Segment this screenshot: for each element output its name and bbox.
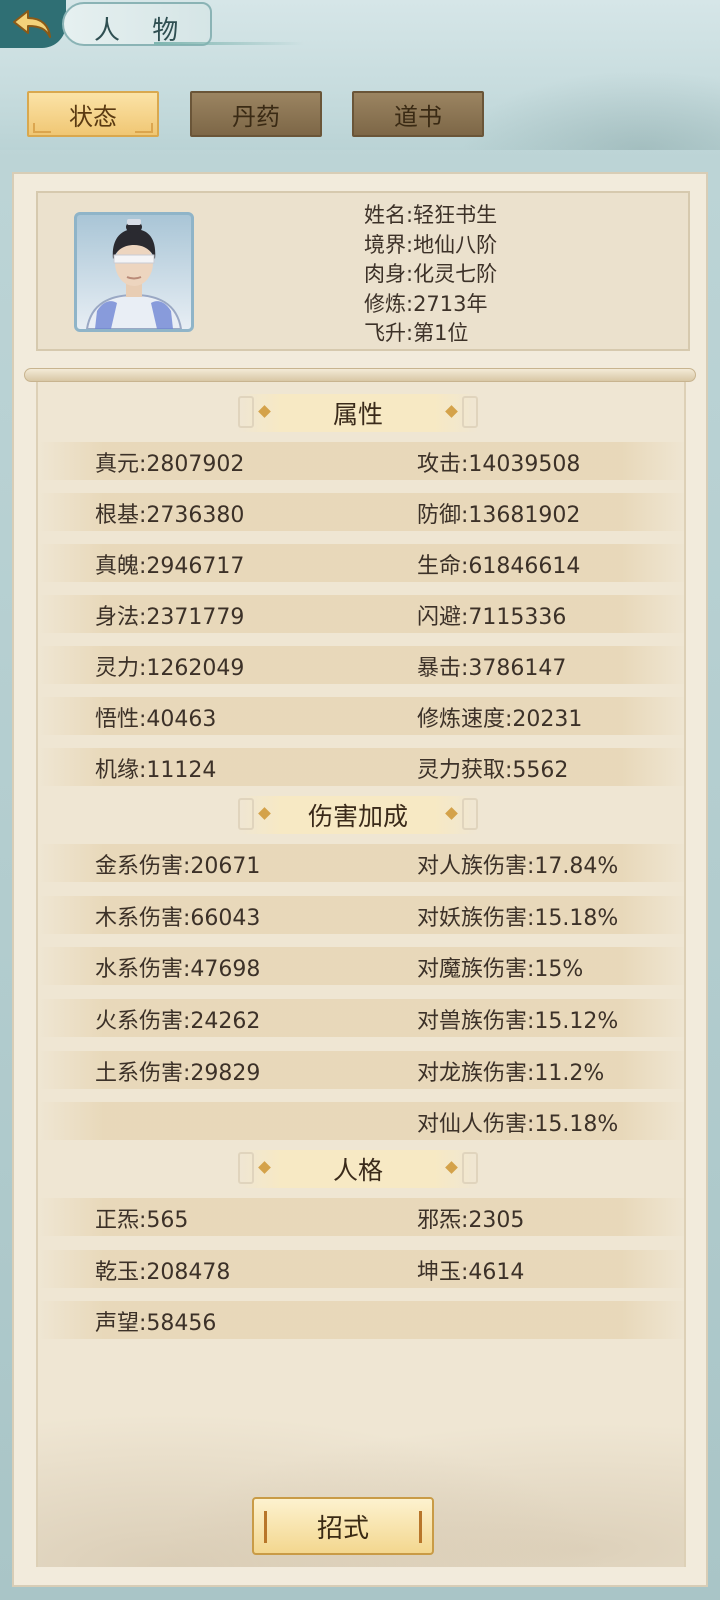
- back-button[interactable]: [0, 0, 66, 48]
- avatar[interactable]: [74, 212, 194, 332]
- stat-right: 对龙族伤害:11.2%: [417, 1061, 605, 1086]
- stat-left: 火系伤害:24262: [95, 1009, 261, 1034]
- stat-row: 乾玉:208478 坤玉:4614: [38, 1250, 684, 1288]
- back-arrow-icon: [13, 10, 51, 38]
- stat-right: 对仙人伤害:15.18%: [417, 1112, 619, 1137]
- section-personality-title: 人格: [332, 1156, 383, 1185]
- scroll-rod: [24, 368, 696, 382]
- bracket-ornament: [238, 1152, 254, 1184]
- stat-left: 乾玉:208478: [95, 1260, 231, 1285]
- stat-left: 金系伤害:20671: [95, 854, 261, 879]
- stat-row: 真元:2807902 攻击:14039508: [38, 442, 684, 480]
- stat-right: 灵力获取:5562: [417, 758, 569, 783]
- bracket-ornament: [462, 396, 478, 428]
- tab-corner-ornament: [135, 123, 153, 133]
- tab-books-label: 道书: [394, 102, 442, 131]
- tab-books[interactable]: 道书: [352, 91, 484, 137]
- diamond-ornament: [445, 405, 458, 418]
- stat-left: 悟性:40463: [95, 707, 217, 732]
- stat-row: 金系伤害:20671 对人族伤害:17.84%: [38, 844, 684, 882]
- stat-right: 对妖族伤害:15.18%: [417, 906, 619, 931]
- diamond-ornament: [445, 807, 458, 820]
- diamond-ornament: [258, 1161, 271, 1174]
- bracket-ornament: [462, 798, 478, 830]
- moves-button[interactable]: 招式: [252, 1497, 434, 1555]
- stats-scroll: 属性 真元:2807902 攻击:14039508 根基:2736380 防御:…: [36, 382, 686, 1567]
- stat-row: 对仙人伤害:15.18%: [38, 1102, 684, 1140]
- stat-row: 真魄:2946717 生命:61846614: [38, 544, 684, 582]
- stat-right: 坤玉:4614: [417, 1260, 525, 1285]
- section-attributes-title: 属性: [332, 400, 383, 429]
- stat-right: 暴击:3786147: [417, 656, 567, 681]
- profile-realm: 境界:地仙八阶: [364, 232, 498, 257]
- stat-row: 土系伤害:29829 对龙族伤害:11.2%: [38, 1051, 684, 1089]
- stat-left: 真元:2807902: [95, 452, 245, 477]
- stat-left: 灵力:1262049: [95, 656, 245, 681]
- diamond-ornament: [258, 807, 271, 820]
- stat-row: 声望:58456: [38, 1301, 684, 1339]
- character-panel: 姓名:轻狂书生 境界:地仙八阶 肉身:化灵七阶 修炼:2713年 飞升:第1位 …: [12, 172, 708, 1587]
- stat-right: 对兽族伤害:15.12%: [417, 1009, 619, 1034]
- stat-right: 闪避:7115336: [417, 605, 567, 630]
- stat-row: 灵力:1262049 暴击:3786147: [38, 646, 684, 684]
- stat-row: 身法:2371779 闪避:7115336: [38, 595, 684, 633]
- diamond-ornament: [445, 1161, 458, 1174]
- character-portrait: [85, 219, 183, 329]
- bracket-ornament: [462, 1152, 478, 1184]
- stat-row: 火系伤害:24262 对兽族伤害:15.12%: [38, 999, 684, 1037]
- tab-status[interactable]: 状态: [27, 91, 159, 137]
- stat-left: 机缘:11124: [95, 758, 217, 783]
- profile-card: 姓名:轻狂书生 境界:地仙八阶 肉身:化灵七阶 修炼:2713年 飞升:第1位: [36, 191, 690, 351]
- button-ornament: [264, 1511, 267, 1543]
- profile-ascension: 飞升:第1位: [364, 321, 469, 345]
- stat-right: 攻击:14039508: [417, 452, 581, 477]
- stat-row: 正炁:565 邪炁:2305: [38, 1198, 684, 1236]
- stat-left: 真魄:2946717: [95, 554, 245, 579]
- stat-right: 对魔族伤害:15%: [417, 957, 584, 982]
- stat-row: 机缘:11124 灵力获取:5562: [38, 748, 684, 786]
- bracket-ornament: [238, 798, 254, 830]
- section-damage-title: 伤害加成: [307, 802, 408, 831]
- diamond-ornament: [258, 405, 271, 418]
- stat-left: 土系伤害:29829: [95, 1061, 261, 1086]
- stat-right: 防御:13681902: [417, 503, 581, 528]
- tab-corner-ornament: [33, 123, 51, 133]
- stat-right: 修炼速度:20231: [417, 707, 583, 732]
- page-title-tab: 人 物: [62, 2, 304, 46]
- stat-row: 根基:2736380 防御:13681902: [38, 493, 684, 531]
- stat-right: 生命:61846614: [417, 554, 581, 579]
- tab-pills[interactable]: 丹药: [190, 91, 322, 137]
- button-ornament: [419, 1511, 422, 1543]
- stat-right: 对人族伤害:17.84%: [417, 854, 619, 879]
- profile-name: 姓名:轻狂书生: [364, 203, 498, 227]
- page-title: 人 物: [94, 16, 191, 46]
- stat-left: 身法:2371779: [95, 605, 245, 630]
- profile-info: 姓名:轻狂书生 境界:地仙八阶 肉身:化灵七阶 修炼:2713年 飞升:第1位: [364, 201, 497, 349]
- stat-row: 悟性:40463 修炼速度:20231: [38, 697, 684, 735]
- stat-right: 邪炁:2305: [417, 1208, 525, 1233]
- section-damage-header: 伤害加成: [238, 796, 478, 834]
- profile-cultivation: 修炼:2713年: [364, 291, 488, 316]
- stat-left: 正炁:565: [95, 1208, 189, 1233]
- stat-left: 声望:58456: [95, 1311, 217, 1336]
- stat-left: 根基:2736380: [95, 503, 245, 528]
- section-attributes-header: 属性: [238, 394, 478, 432]
- section-personality-header: 人格: [238, 1150, 478, 1188]
- stat-left: 水系伤害:47698: [95, 957, 261, 982]
- stat-row: 木系伤害:66043 对妖族伤害:15.18%: [38, 896, 684, 934]
- stat-left: 木系伤害:66043: [95, 906, 261, 931]
- tab-pills-label: 丹药: [232, 102, 280, 131]
- moves-button-label: 招式: [316, 1513, 369, 1544]
- mountain-decoration: [460, 70, 720, 150]
- profile-body: 肉身:化灵七阶: [364, 262, 498, 286]
- bracket-ornament: [238, 396, 254, 428]
- tab-status-label: 状态: [69, 102, 117, 131]
- stat-row: 水系伤害:47698 对魔族伤害:15%: [38, 947, 684, 985]
